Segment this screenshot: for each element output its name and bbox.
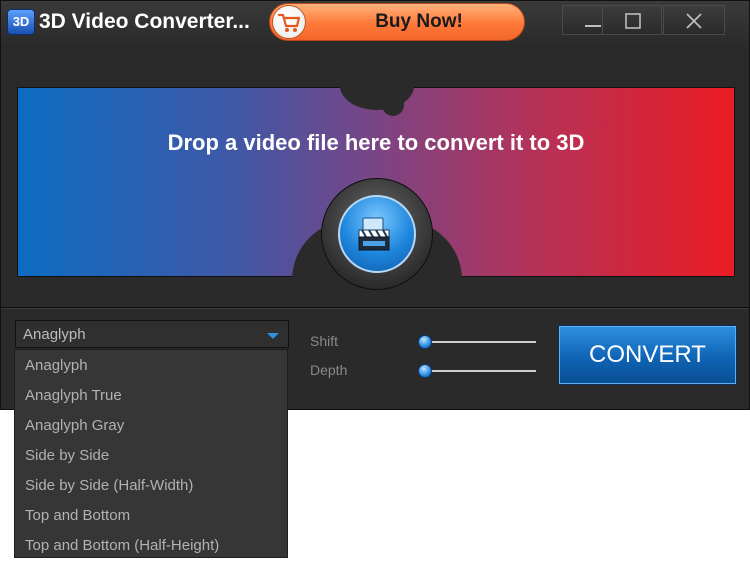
shift-slider-handle[interactable] <box>418 335 432 349</box>
mode-option-side-by-side[interactable]: Side by Side <box>15 441 287 471</box>
minimize-icon <box>585 25 601 27</box>
drop-instruction: Drop a video file here to convert it to … <box>167 130 585 155</box>
mode-dropdown-list: Anaglyph Anaglyph True Anaglyph Gray Sid… <box>14 349 288 558</box>
shopping-cart-icon <box>272 5 306 39</box>
mode-select-value: Anaglyph <box>23 326 86 343</box>
maximize-button[interactable] <box>602 5 662 35</box>
maximize-icon <box>625 13 641 29</box>
app-logo: 3D <box>7 9 35 35</box>
mode-option-top-bottom-half[interactable]: Top and Bottom (Half-Height) <box>15 531 287 561</box>
depth-slider-handle[interactable] <box>418 364 432 378</box>
mode-option-top-bottom[interactable]: Top and Bottom <box>15 501 287 531</box>
mode-select[interactable]: Anaglyph <box>15 320 289 348</box>
mode-option-side-by-side-half[interactable]: Side by Side (Half-Width) <box>15 471 287 501</box>
close-button[interactable] <box>663 5 725 35</box>
shift-slider[interactable] <box>421 341 536 343</box>
drop-notch-tip <box>382 86 404 116</box>
mode-option-anaglyph-gray[interactable]: Anaglyph Gray <box>15 411 287 441</box>
mode-option-anaglyph[interactable]: Anaglyph <box>15 351 287 381</box>
film-clapper-icon <box>358 217 390 251</box>
convert-button[interactable]: CONVERT <box>559 326 736 384</box>
depth-label: Depth <box>310 362 348 378</box>
buy-now-label: Buy Now! <box>375 11 463 32</box>
divider <box>1 307 749 309</box>
app-title: 3D Video Converter... <box>39 10 250 33</box>
title-bar: 3D 3D Video Converter... Buy Now! <box>1 1 749 43</box>
open-video-button[interactable] <box>321 178 433 290</box>
open-video-button-face <box>338 195 416 273</box>
mode-option-anaglyph-true[interactable]: Anaglyph True <box>15 381 287 411</box>
buy-now-button[interactable]: Buy Now! <box>269 3 525 41</box>
shift-label: Shift <box>310 333 339 349</box>
close-icon <box>686 13 702 29</box>
depth-slider[interactable] <box>421 370 536 372</box>
chevron-down-icon <box>267 333 279 339</box>
